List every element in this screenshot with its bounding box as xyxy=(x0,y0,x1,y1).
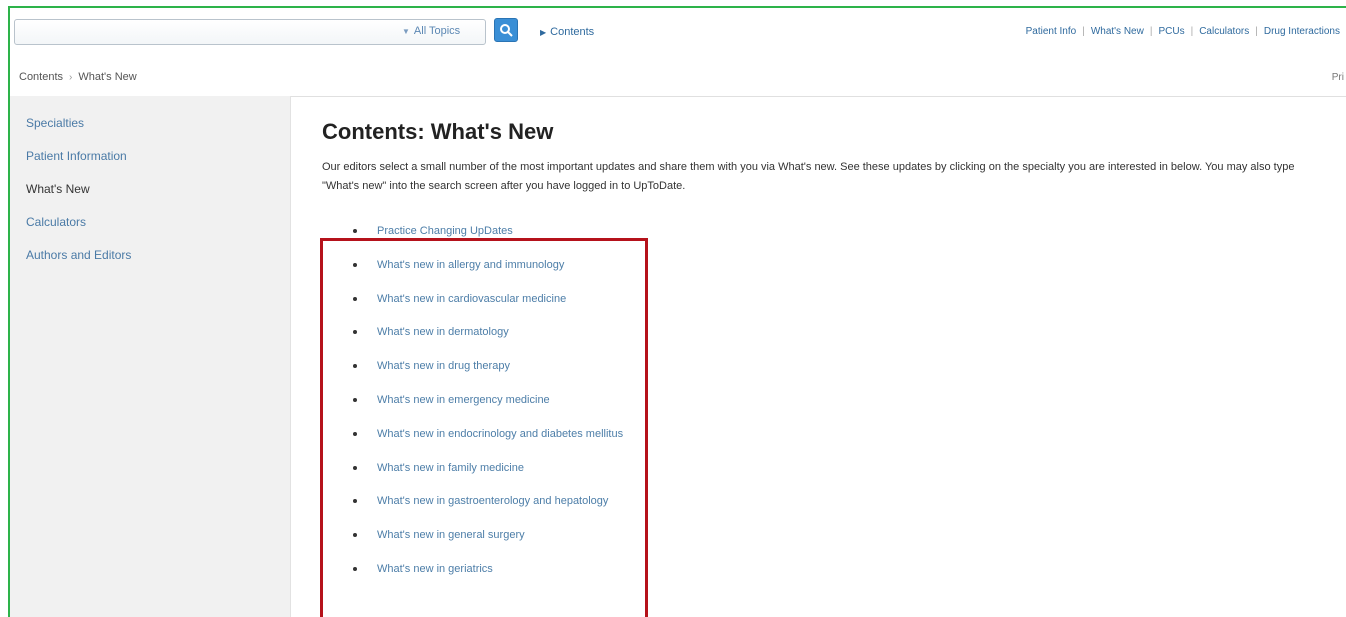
list-item[interactable]: What's new in geriatrics xyxy=(322,561,1346,595)
breadcrumb: Contents › What's New xyxy=(19,71,137,83)
top-nav: Patient Info | What's New | PCUs | Calculators… xyxy=(1020,26,1346,37)
list-item[interactable]: What's new in emergency medicine xyxy=(322,392,1346,426)
list-item[interactable]: What's new in allergy and immunology xyxy=(322,257,1346,291)
triangle-right-icon: ▶ xyxy=(540,28,547,37)
topic-select-label: All Topics xyxy=(413,25,461,37)
list-item[interactable]: What's new in general surgery xyxy=(322,527,1346,561)
intro-text: Our editors select a small number of the… xyxy=(322,161,1295,192)
whats-new-list: Practice Changing UpDates What's new in … xyxy=(322,223,1346,595)
list-item[interactable]: What's new in family medicine xyxy=(322,460,1346,494)
list-item[interactable]: What's new in dermatology xyxy=(322,324,1346,358)
sidebar: Specialties Patient Information What's N… xyxy=(10,96,291,617)
app-frame: ▼ All Topics ▶ Contents Patient Info | What'… xyxy=(8,6,1346,617)
search-icon xyxy=(500,24,513,37)
sidebar-item-patient-information[interactable]: Patient Information xyxy=(26,149,290,182)
page-title: Contents: What's New xyxy=(322,119,554,144)
list-item[interactable]: Practice Changing UpDates xyxy=(322,223,1346,257)
nav-whats-new[interactable]: What's New xyxy=(1085,26,1150,37)
nav-patient-info[interactable]: Patient Info xyxy=(1020,26,1083,37)
breadcrumb-root[interactable]: Contents xyxy=(19,71,63,83)
sidebar-item-whats-new[interactable]: What's New xyxy=(26,182,290,215)
chevron-right-icon: › xyxy=(69,72,73,83)
chevron-down-icon: ▼ xyxy=(402,27,410,36)
list-item[interactable]: What's new in endocrinology and diabetes… xyxy=(322,426,1346,460)
print-link[interactable]: Pri xyxy=(1332,72,1344,83)
list-item[interactable]: What's new in cardiovascular medicine xyxy=(322,291,1346,325)
sidebar-list: Specialties Patient Information What's N… xyxy=(10,96,290,281)
nav-pcus[interactable]: PCUs xyxy=(1152,26,1190,37)
breadcrumb-current: What's New xyxy=(78,71,137,83)
contents-link[interactable]: ▶ Contents xyxy=(540,26,594,38)
list-item[interactable]: What's new in gastroenterology and hepat… xyxy=(322,493,1346,527)
sidebar-item-authors-and-editors[interactable]: Authors and Editors xyxy=(26,248,290,281)
main-content: Contents: What's New Our editors select … xyxy=(322,96,1346,595)
nav-drug-interactions[interactable]: Drug Interactions xyxy=(1258,26,1346,37)
top-toolbar: ▼ All Topics ▶ Contents Patient Info | What'… xyxy=(10,8,1346,55)
sidebar-item-specialties[interactable]: Specialties xyxy=(26,116,290,149)
list-item[interactable]: What's new in drug therapy xyxy=(322,358,1346,392)
sidebar-item-calculators[interactable]: Calculators xyxy=(26,215,290,248)
nav-calculators[interactable]: Calculators xyxy=(1193,26,1255,37)
search-button[interactable] xyxy=(494,18,518,42)
breadcrumb-bar: Contents › What's New Pri xyxy=(10,54,1346,97)
contents-link-label: Contents xyxy=(550,26,595,38)
topic-select[interactable]: ▼ All Topics xyxy=(402,25,460,37)
